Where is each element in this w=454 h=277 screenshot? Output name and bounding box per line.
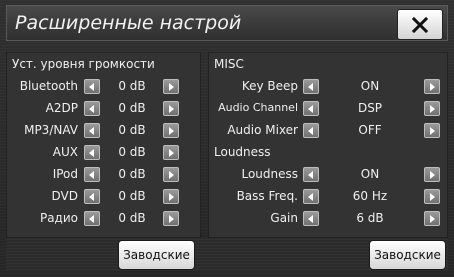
increase-button[interactable] (163, 189, 179, 204)
right-arrow-icon (169, 170, 174, 179)
decrease-button[interactable] (303, 79, 319, 94)
volume-defaults-button[interactable]: Заводские (118, 240, 195, 270)
row-value-dvd: 0 dB (118, 189, 146, 203)
row-value-bass-freq: 60 Hz (352, 189, 388, 203)
row-value-bluetooth: 0 dB (118, 79, 146, 93)
decrease-button[interactable] (84, 167, 100, 182)
left-arrow-icon (89, 82, 94, 91)
left-arrow-icon (89, 192, 94, 201)
loudness-section-header: Loudness (214, 145, 271, 159)
decrease-button[interactable] (84, 189, 100, 204)
right-arrow-icon (430, 214, 435, 223)
decrease-button[interactable] (84, 145, 100, 160)
left-arrow-icon (89, 104, 94, 113)
decrease-button[interactable] (84, 79, 100, 94)
right-arrow-icon (169, 192, 174, 201)
misc-section-header: MISC (214, 57, 244, 71)
row-value-aux: 0 dB (118, 145, 146, 159)
close-button[interactable] (397, 9, 443, 40)
increase-button[interactable] (424, 211, 440, 226)
increase-button[interactable] (424, 79, 440, 94)
row-label-mp3-nav: MP3/NAV (24, 123, 78, 137)
left-arrow-icon (308, 126, 313, 135)
row-value-audio-channel: DSP (357, 101, 383, 115)
row-label-bass-freq: Bass Freq. (236, 189, 298, 203)
row-label-audio-channel: Audio Channel (218, 101, 298, 114)
decrease-button[interactable] (303, 167, 319, 182)
decrease-button[interactable] (84, 101, 100, 116)
row-label-loudness: Loudness (241, 167, 298, 181)
right-arrow-icon (169, 104, 174, 113)
left-arrow-icon (308, 214, 313, 223)
row-value-gain: 6 dB (356, 211, 384, 225)
increase-button[interactable] (424, 189, 440, 204)
row-label-gain: Gain (270, 211, 298, 225)
left-arrow-icon (89, 170, 94, 179)
right-arrow-icon (430, 82, 435, 91)
left-arrow-icon (308, 104, 313, 113)
left-arrow-icon (89, 214, 94, 223)
left-arrow-icon (308, 192, 313, 201)
row-value-radio: 0 dB (118, 211, 146, 225)
row-label-ipod: IPod (52, 167, 78, 181)
row-value-loudness: ON (360, 167, 380, 181)
increase-button[interactable] (163, 167, 179, 182)
misc-defaults-button[interactable]: Заводские (369, 240, 446, 270)
increase-button[interactable] (163, 145, 179, 160)
x-icon (412, 16, 428, 33)
page-title: Расширенные настрой (15, 12, 242, 34)
right-arrow-icon (169, 126, 174, 135)
decrease-button[interactable] (303, 189, 319, 204)
row-value-audio-mixer: OFF (358, 123, 382, 137)
right-arrow-icon (430, 192, 435, 201)
right-arrow-icon (430, 104, 435, 113)
left-arrow-icon (89, 126, 94, 135)
increase-button[interactable] (163, 211, 179, 226)
decrease-button[interactable] (303, 211, 319, 226)
row-label-a2dp: A2DP (45, 101, 78, 115)
row-label-aux: AUX (52, 145, 78, 159)
row-label-dvd: DVD (51, 189, 78, 203)
increase-button[interactable] (163, 123, 179, 138)
increase-button[interactable] (424, 123, 440, 138)
row-label-key-beep: Key Beep (241, 79, 298, 93)
volume-section-header: Уст. уровня громкости (12, 57, 155, 71)
settings-screen: Расширенные настрой Уст. уровня громкост… (0, 0, 454, 277)
right-arrow-icon (430, 126, 435, 135)
right-arrow-icon (169, 82, 174, 91)
increase-button[interactable] (163, 79, 179, 94)
left-arrow-icon (89, 148, 94, 157)
right-arrow-icon (169, 148, 174, 157)
title-bar: Расширенные настрой (6, 5, 448, 41)
right-arrow-icon (169, 214, 174, 223)
row-value-mp3-nav: 0 dB (118, 123, 146, 137)
decrease-button[interactable] (303, 101, 319, 116)
row-label-radio: Радио (39, 211, 78, 225)
row-value-ipod: 0 dB (118, 167, 146, 181)
increase-button[interactable] (424, 101, 440, 116)
right-arrow-icon (430, 170, 435, 179)
increase-button[interactable] (424, 167, 440, 182)
increase-button[interactable] (163, 101, 179, 116)
decrease-button[interactable] (84, 123, 100, 138)
left-arrow-icon (308, 82, 313, 91)
decrease-button[interactable] (84, 211, 100, 226)
row-label-bluetooth: Bluetooth (19, 79, 78, 93)
left-arrow-icon (308, 170, 313, 179)
row-value-key-beep: ON (360, 79, 380, 93)
row-label-audio-mixer: Audio Mixer (227, 123, 298, 137)
row-value-a2dp: 0 dB (118, 101, 146, 115)
decrease-button[interactable] (303, 123, 319, 138)
